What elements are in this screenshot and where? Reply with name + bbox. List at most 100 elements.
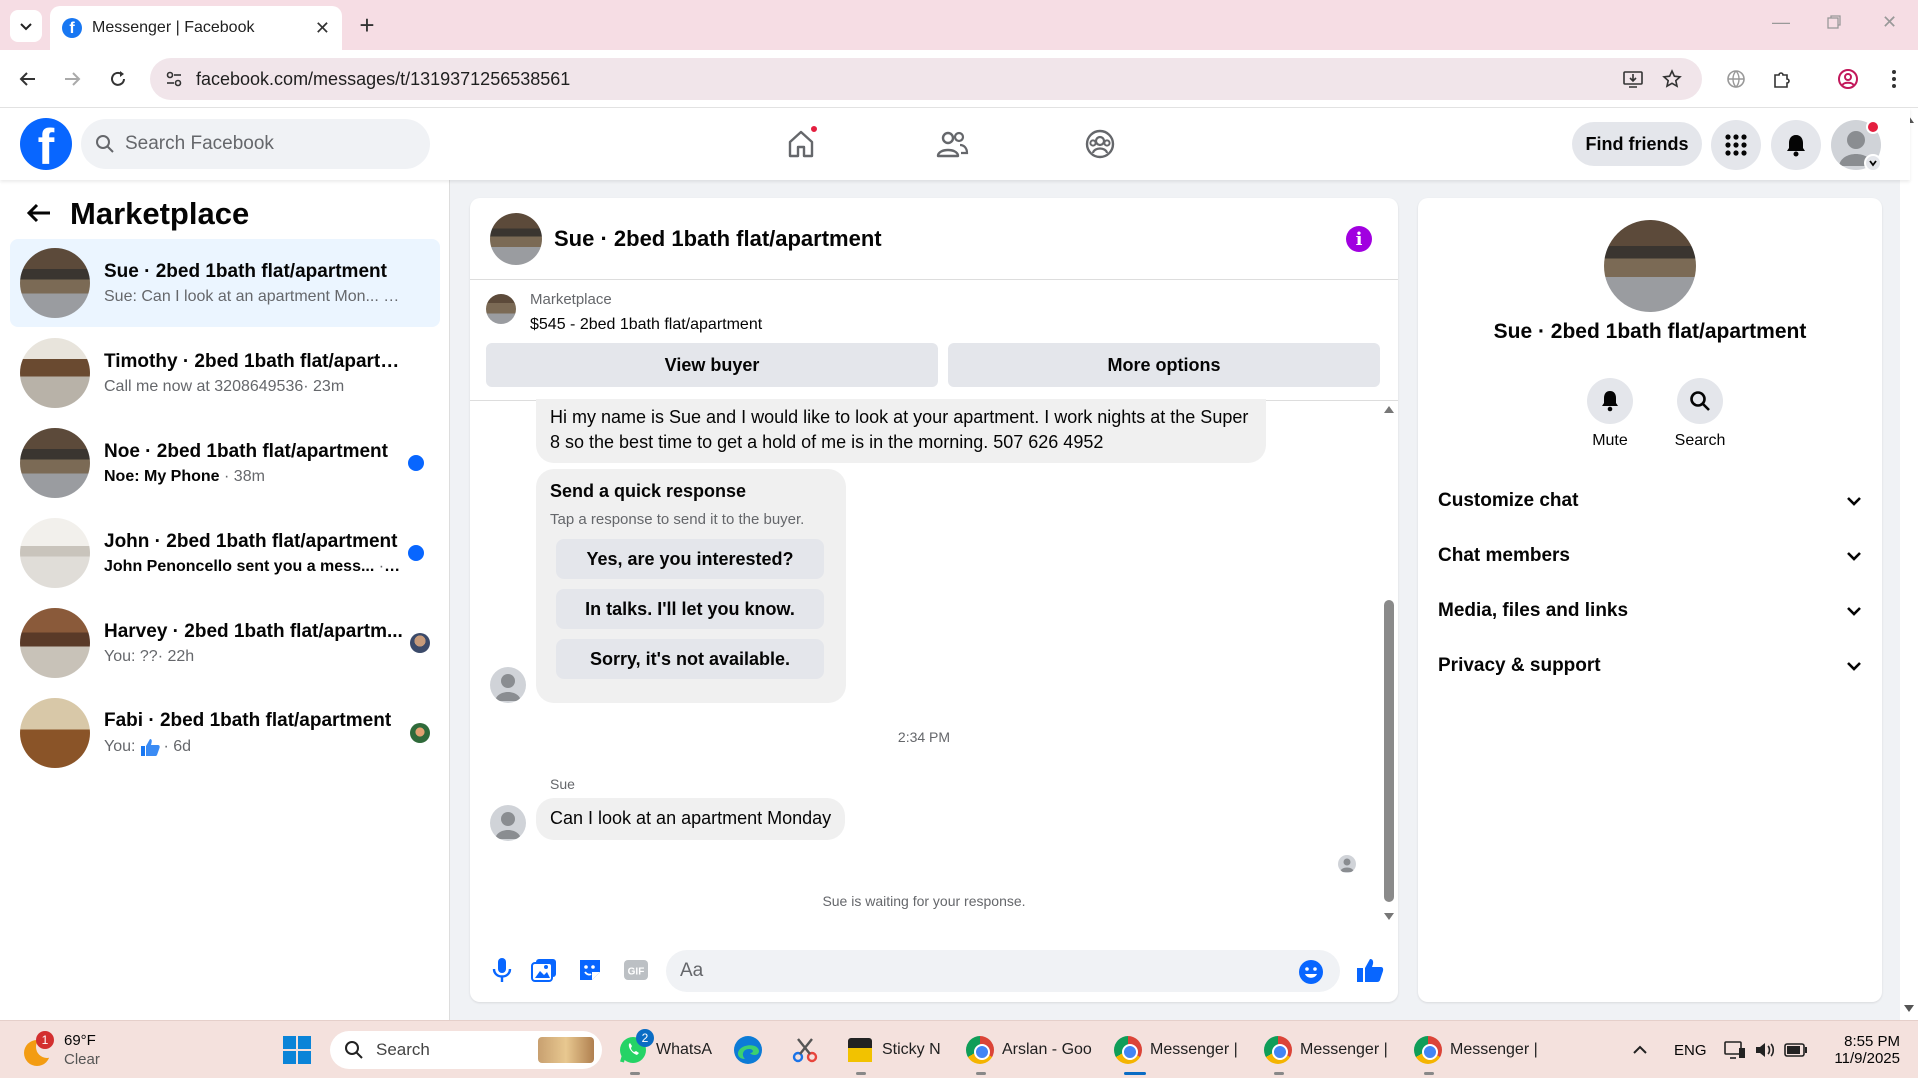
account-chevron-down-icon[interactable] (1864, 154, 1882, 172)
quick-reply-in-talks-button[interactable]: In talks. I'll let you know. (556, 589, 824, 629)
clock-date: 11/9/2025 (1834, 1050, 1900, 1067)
browser-tab-messenger[interactable]: f Messenger | Facebook ✕ (50, 6, 342, 50)
window-close-icon[interactable]: ✕ (1882, 12, 1897, 33)
conversation-time: · 6m (383, 287, 404, 305)
microphone-icon[interactable] (486, 954, 518, 986)
profile-notification-dot (1866, 120, 1880, 134)
facebook-logo-icon[interactable]: f (20, 118, 72, 170)
back-arrow-icon[interactable] (12, 63, 44, 95)
taskbar-chrome-messenger-1[interactable]: Messenger | (1114, 1021, 1238, 1078)
site-settings-icon[interactable] (164, 58, 184, 100)
weather-desc: Clear (64, 1051, 100, 1068)
waiting-status: Sue is waiting for your response. (822, 893, 1026, 909)
listing-price-title[interactable]: $545 - 2bed 1bath flat/apartment (530, 316, 762, 334)
sender-avatar (490, 667, 526, 703)
conversation-item[interactable]: Fabi · 2bed 1bath flat/apartment You: · … (10, 689, 440, 777)
browser-menu-kebab-icon[interactable] (1878, 63, 1910, 95)
sticker-icon[interactable] (574, 954, 606, 986)
emoji-icon[interactable] (1298, 959, 1324, 985)
extensions-puzzle-icon[interactable] (1766, 63, 1798, 95)
unread-indicator (408, 545, 424, 561)
chrome-icon (1264, 1036, 1292, 1064)
new-tab-icon[interactable]: + (352, 10, 382, 40)
bookmark-star-icon[interactable] (1662, 58, 1682, 100)
clock[interactable]: 8:55 PM 11/9/2025 (1826, 1021, 1900, 1078)
taskbar-sticky-notes[interactable]: Sticky N (846, 1021, 941, 1078)
minimize-icon[interactable]: — (1772, 12, 1790, 33)
start-button[interactable] (282, 1021, 312, 1078)
home-icon[interactable] (781, 124, 821, 164)
conversation-item[interactable]: Timothy · 2bed 1bath flat/apartment Call… (10, 329, 440, 417)
tab-close-icon[interactable]: ✕ (315, 18, 330, 39)
reload-icon[interactable] (102, 63, 134, 95)
find-friends-button[interactable]: Find friends (1572, 122, 1702, 166)
menu-grid-icon[interactable] (1711, 120, 1761, 170)
groups-icon[interactable] (1080, 124, 1120, 164)
network-icon[interactable] (1724, 1021, 1746, 1078)
more-options-button[interactable]: More options (948, 343, 1380, 387)
conversation-time: · 13h (378, 557, 404, 575)
quick-reply-yes-button[interactable]: Yes, are you interested? (556, 539, 824, 579)
conversation-item[interactable]: Harvey · 2bed 1bath flat/apartm... You: … (10, 599, 440, 687)
page-scrollbar[interactable] (1900, 108, 1918, 1020)
chat-title[interactable]: Sue · 2bed 1bath flat/apartment (554, 226, 882, 252)
url-text: facebook.com/messages/t/1319371256538561 (196, 68, 571, 89)
chevron-down-icon (1847, 607, 1861, 616)
weather-alert-badge: 1 (36, 1031, 54, 1049)
media-files-links-row[interactable]: Media, files and links (1438, 591, 1862, 631)
conversation-time: · 38m (224, 467, 265, 485)
taskbar-chrome-arslan[interactable]: Arslan - Goo (966, 1021, 1092, 1078)
weather-widget[interactable]: 1 69°F Clear (22, 1021, 100, 1078)
conversation-name: Timothy · 2bed 1bath flat/apartment (104, 350, 404, 372)
install-app-icon[interactable] (1622, 58, 1644, 100)
taskbar-snipping-tool[interactable] (790, 1021, 820, 1078)
conversation-item[interactable]: Sue · 2bed 1bath flat/apartment Sue: Can… (10, 239, 440, 327)
scrollbar-thumb[interactable] (1384, 600, 1394, 902)
taskbar-chrome-messenger-3[interactable]: Messenger | (1414, 1021, 1538, 1078)
info-icon[interactable]: i (1346, 226, 1372, 252)
mute-button[interactable]: Mute (1570, 378, 1650, 450)
battery-icon[interactable] (1784, 1021, 1808, 1078)
forward-arrow-icon[interactable] (56, 63, 88, 95)
notifications-bell-icon[interactable] (1771, 120, 1821, 170)
chat-members-row[interactable]: Chat members (1438, 536, 1862, 576)
conversation-item[interactable]: Noe · 2bed 1bath flat/apartment Noe: My … (10, 419, 440, 507)
chrome-icon (966, 1036, 994, 1064)
message-input-box[interactable] (666, 950, 1340, 992)
taskbar-edge[interactable] (732, 1021, 764, 1078)
tab-search-dropdown-icon[interactable] (10, 10, 42, 42)
customize-chat-row[interactable]: Customize chat (1438, 481, 1862, 521)
friends-icon[interactable] (932, 124, 972, 164)
url-omnibox[interactable]: facebook.com/messages/t/1319371256538561 (150, 58, 1702, 100)
chat-panel: Sue · 2bed 1bath flat/apartment i Market… (470, 198, 1398, 1002)
sender-name: Sue (550, 776, 575, 792)
volume-icon[interactable] (1754, 1021, 1776, 1078)
address-bar-row: facebook.com/messages/t/1319371256538561 (0, 50, 1918, 108)
profile-account-icon[interactable] (1832, 63, 1864, 95)
facebook-search-box[interactable] (81, 119, 430, 169)
show-hidden-icons-chevron-up-icon[interactable] (1632, 1021, 1648, 1078)
message-input[interactable] (680, 960, 1260, 982)
quick-reply-not-available-button[interactable]: Sorry, it's not available. (556, 639, 824, 679)
taskbar-search[interactable]: Search (330, 1021, 602, 1078)
search-in-conversation-button[interactable]: Search (1660, 378, 1740, 450)
photo-gallery-icon[interactable] (528, 954, 560, 986)
listing-thumbnail (20, 608, 90, 678)
language-indicator[interactable]: ENG (1674, 1021, 1707, 1078)
conversation-time: · 23m (303, 377, 345, 395)
restore-icon[interactable] (1826, 14, 1842, 30)
privacy-support-row[interactable]: Privacy & support (1438, 646, 1862, 686)
gif-icon[interactable]: GIF (620, 954, 652, 986)
search-highlight-image (538, 1037, 594, 1063)
vpn-globe-icon[interactable] (1720, 63, 1752, 95)
facebook-search-input[interactable] (125, 133, 405, 155)
thumbs-up-send-icon[interactable] (1354, 954, 1386, 986)
taskbar-whatsapp[interactable]: 2 WhatsA (618, 1021, 712, 1078)
back-arrow-icon[interactable] (26, 202, 52, 224)
view-buyer-button[interactable]: View buyer (486, 343, 938, 387)
taskbar-chrome-messenger-2[interactable]: Messenger | (1264, 1021, 1388, 1078)
conversation-item[interactable]: John · 2bed 1bath flat/apartment John Pe… (10, 509, 440, 597)
scroll-down-arrow-icon[interactable] (1903, 1004, 1915, 1014)
chat-scrollbar[interactable] (1382, 404, 1394, 924)
chat-avatar[interactable] (490, 212, 542, 265)
